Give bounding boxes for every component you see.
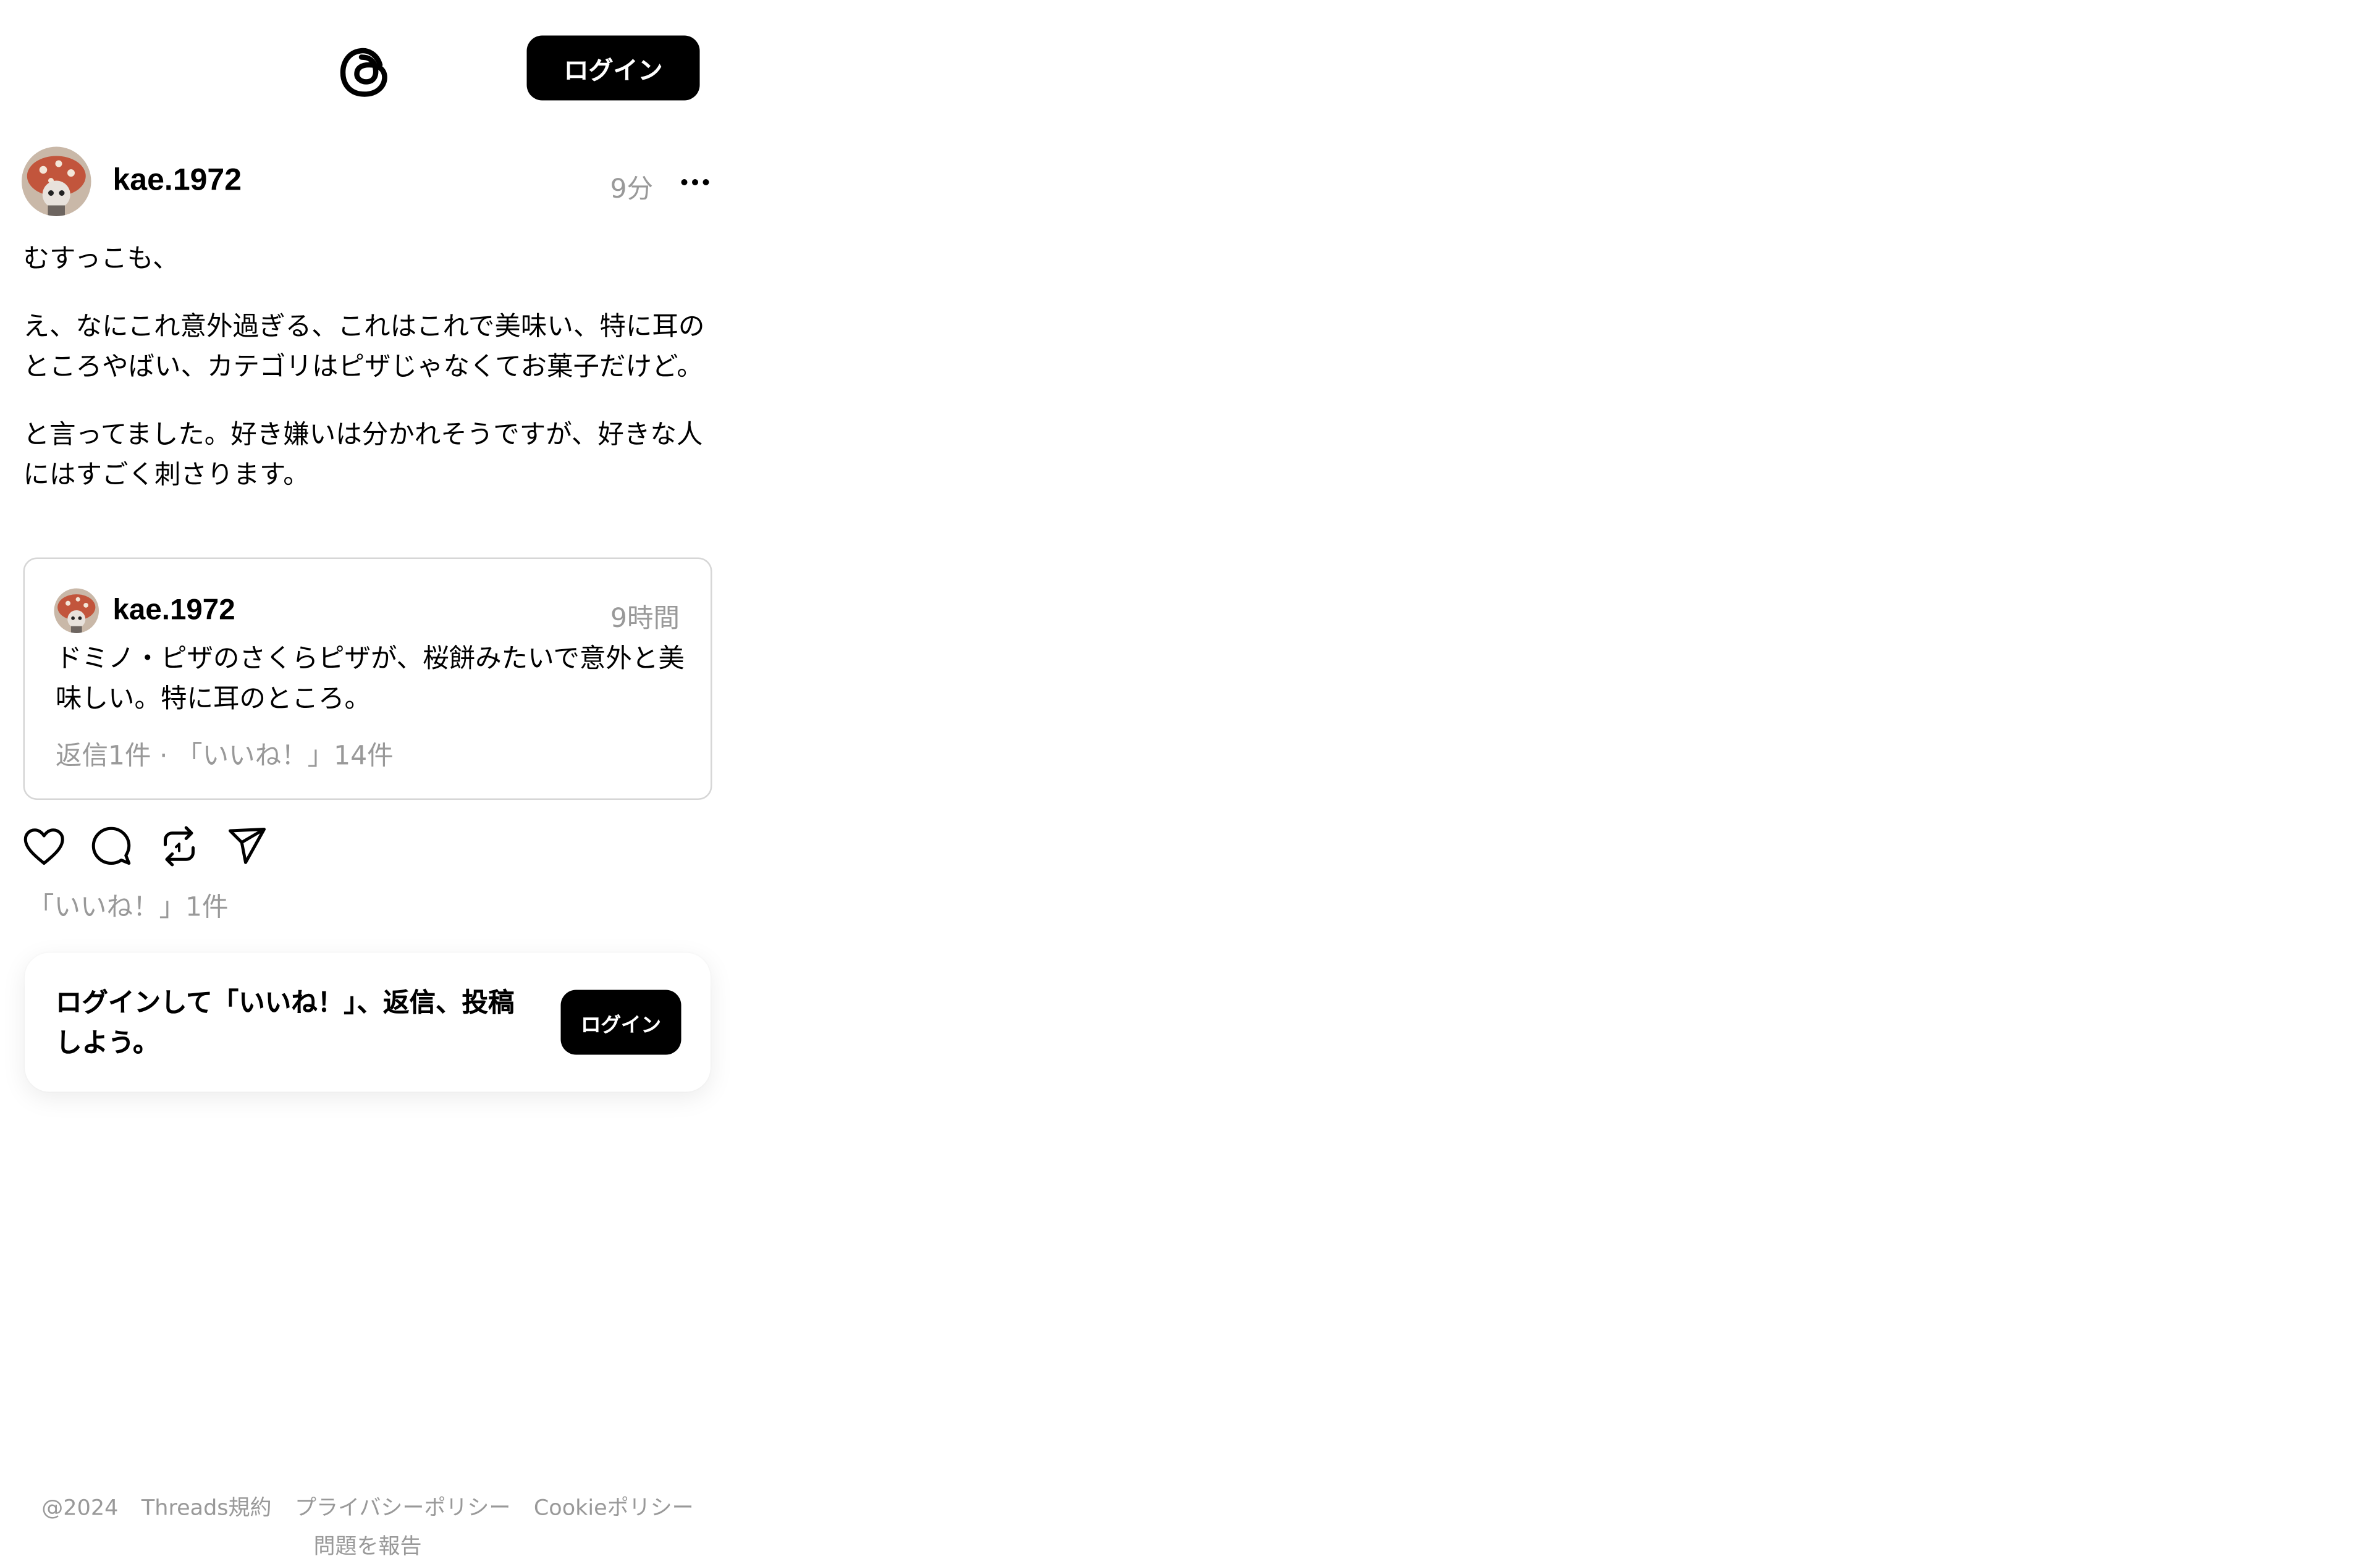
footer-link-report[interactable]: 問題を報告 — [314, 1532, 422, 1564]
heart-icon[interactable] — [22, 825, 65, 868]
action-row — [22, 825, 269, 868]
login-prompt-text: ログインして「いいね！」、返信、投稿しよう。 — [56, 988, 515, 1059]
footer-link-cookie[interactable]: Cookieポリシー — [534, 1494, 694, 1532]
footer: @2024 Threads規約 プライバシーポリシー Cookieポリシー 問題… — [0, 1494, 735, 1564]
like-count[interactable]: 「いいね！」1件 — [28, 885, 229, 923]
more-dots-icon[interactable] — [677, 167, 714, 198]
post-paragraph: と言ってました。好き嫌いは分かれそうですが、好きな人にはすごく刺さります。 — [23, 420, 703, 491]
login-prompt-card: ログインして「いいね！」、返信、投稿しよう。 ログイン — [25, 952, 711, 1092]
footer-copyright: @2024 — [41, 1496, 119, 1521]
threads-column: ログイン kae.1972 9分 むすっこも、 え、なにこれ意外過ぎる、これはこ… — [0, 0, 735, 1564]
post-time[interactable]: 9分 — [610, 167, 654, 206]
avatar[interactable] — [22, 146, 91, 216]
login-button[interactable]: ログイン — [526, 35, 700, 101]
comment-icon[interactable] — [90, 825, 133, 868]
quoted-username[interactable]: kae.1972 — [113, 595, 235, 629]
login-prompt-button[interactable]: ログイン — [560, 990, 682, 1055]
post-paragraph: え、なにこれ意外過ぎる、これはこれで美味い、特に耳のところやばい、カテゴリはピザ… — [23, 312, 705, 383]
quoted-avatar[interactable] — [54, 588, 99, 633]
share-icon[interactable] — [226, 825, 269, 868]
post-paragraph: むすっこも、 — [23, 244, 179, 275]
threads-logo-icon[interactable] — [335, 39, 397, 104]
post-username[interactable]: kae.1972 — [113, 164, 242, 200]
footer-link-privacy[interactable]: プライバシーポリシー — [295, 1494, 510, 1532]
quoted-meta: 返信1件 · 「いいね！」14件 — [56, 741, 394, 772]
quoted-post[interactable]: kae.1972 9時間 ドミノ・ピザのさくらピザが、桜餅みたいで意外と美味しい… — [23, 557, 712, 800]
post-body: むすっこも、 え、なにこれ意外過ぎる、これはこれで美味い、特に耳のところやばい、… — [23, 240, 711, 524]
footer-link-terms[interactable]: Threads規約 — [141, 1494, 272, 1532]
quoted-time: 9時間 — [610, 603, 680, 635]
repost-icon[interactable] — [158, 825, 201, 868]
quoted-text: ドミノ・ピザのさくらピザが、桜餅みたいで意外と美味しい。特に耳のところ。 — [56, 644, 685, 715]
